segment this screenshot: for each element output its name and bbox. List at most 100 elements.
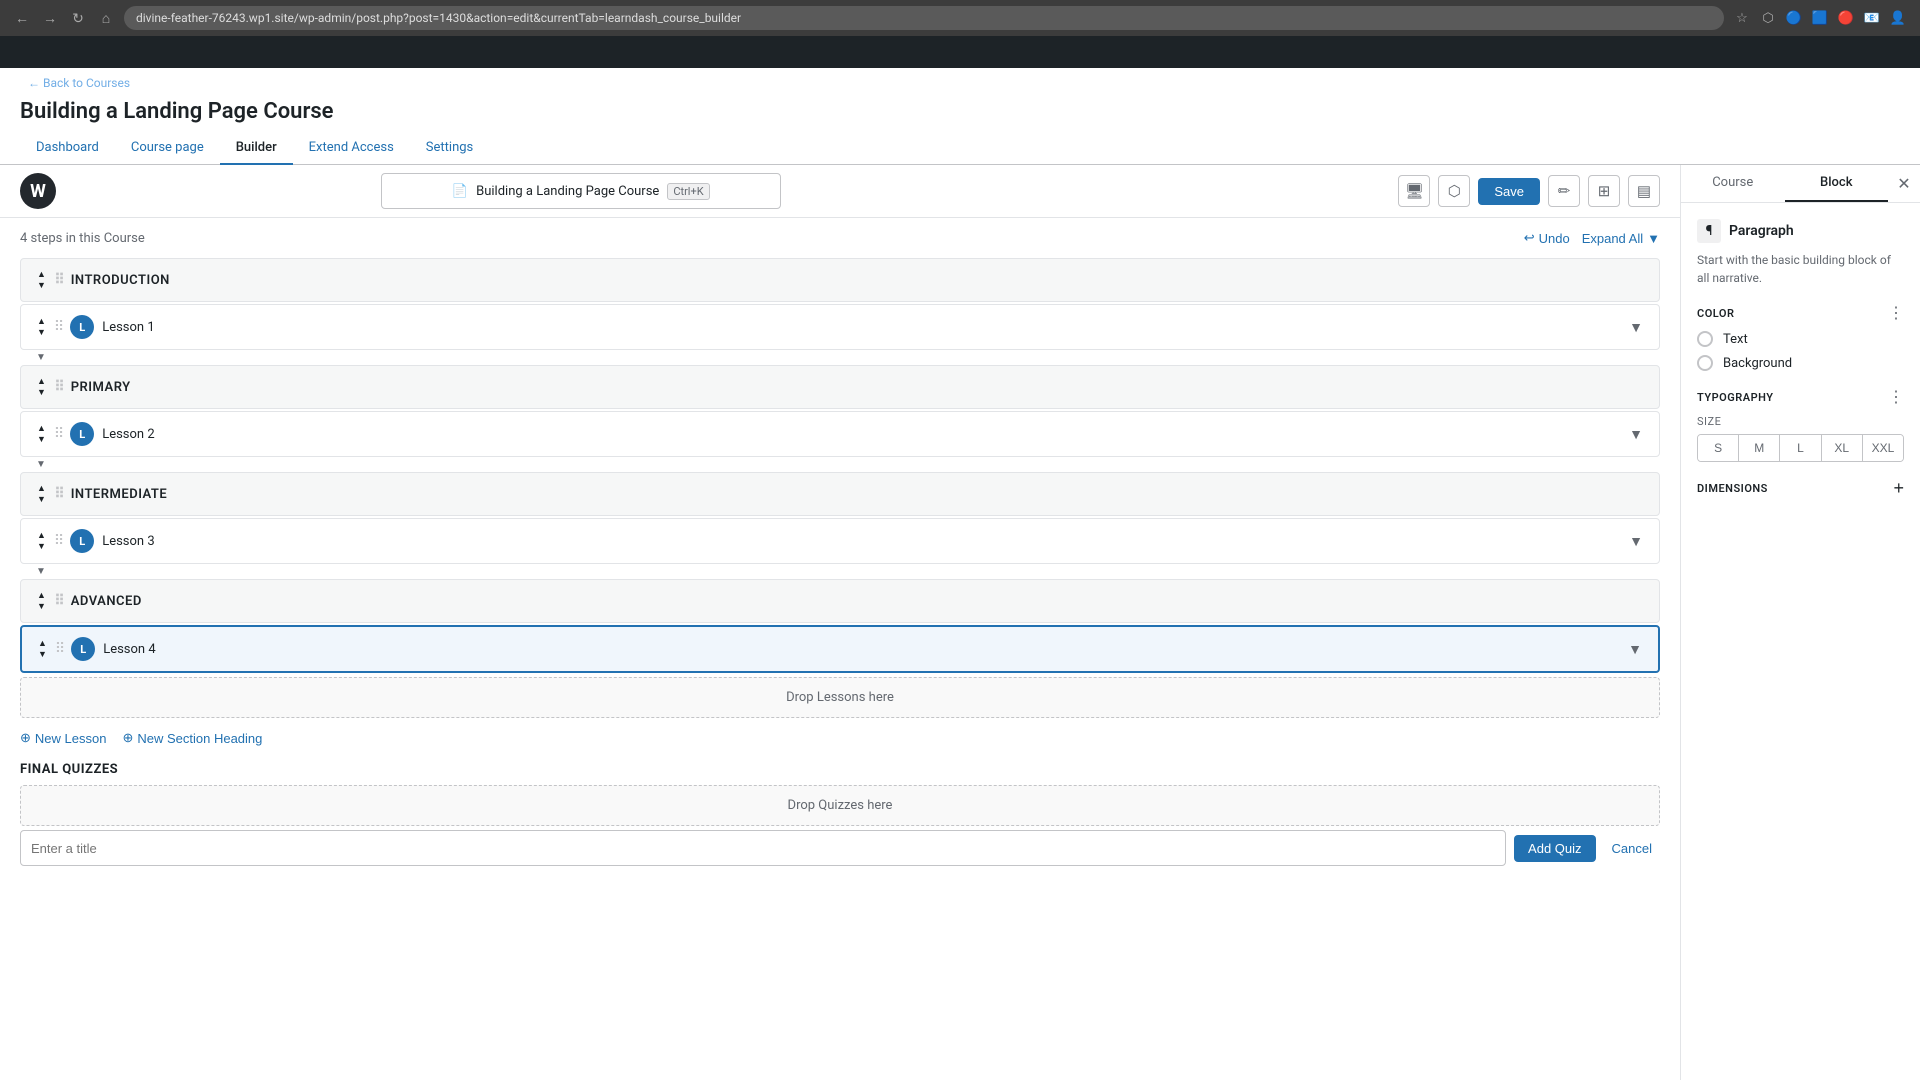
- tab-course-page[interactable]: Course page: [115, 132, 220, 165]
- add-quiz-button[interactable]: Add Quiz: [1514, 835, 1595, 862]
- drag-handle-lesson-4[interactable]: ⠿: [55, 641, 63, 657]
- cancel-quiz-button[interactable]: Cancel: [1604, 835, 1660, 862]
- add-dimensions-btn[interactable]: +: [1893, 478, 1904, 499]
- drag-handle-primary[interactable]: ⠿: [54, 379, 62, 395]
- wp-logo: W: [20, 173, 56, 209]
- section-toggle-primary[interactable]: [37, 376, 46, 398]
- sidebar-close-button[interactable]: ✕: [1888, 168, 1920, 200]
- lesson-toggle-3[interactable]: [37, 530, 46, 552]
- expand-all-button[interactable]: Expand All ▼: [1582, 231, 1660, 246]
- drop-lessons-zone: Drop Lessons here: [20, 677, 1660, 718]
- ext2-icon[interactable]: 🔵: [1784, 8, 1804, 28]
- section-bottom-toggle-primary[interactable]: ▼: [20, 459, 1660, 470]
- color-option-background[interactable]: Background: [1697, 355, 1904, 371]
- tab-builder[interactable]: Builder: [220, 132, 293, 165]
- save-button[interactable]: Save: [1478, 178, 1540, 205]
- drag-handle-lesson-3[interactable]: ⠿: [54, 533, 62, 549]
- section-intermediate: ⠿ INTERMEDIATE ⠿ L Lesson 3 ▼ ▼: [20, 472, 1660, 577]
- tabs-bar: Dashboard Course page Builder Extend Acc…: [0, 132, 1920, 165]
- lesson-toggle-4[interactable]: [38, 638, 47, 660]
- lesson-expand-btn-2[interactable]: ▼: [1629, 426, 1643, 442]
- text-color-swatch[interactable]: [1697, 331, 1713, 347]
- lesson-icon-1: L: [70, 315, 94, 339]
- course-title-icon: 📄: [452, 184, 468, 199]
- add-lesson-button[interactable]: ⊕ New Lesson: [20, 730, 106, 746]
- page-header: ← Back to Courses Building a Landing Pag…: [0, 68, 1920, 132]
- tab-settings[interactable]: Settings: [410, 132, 489, 165]
- tab-dashboard[interactable]: Dashboard: [20, 132, 115, 165]
- profile-icon[interactable]: 👤: [1888, 8, 1908, 28]
- tab-extend-access[interactable]: Extend Access: [293, 132, 410, 165]
- ext1-icon[interactable]: ⬡: [1758, 8, 1778, 28]
- section-bottom-toggle-intermediate[interactable]: ▼: [20, 566, 1660, 577]
- drag-handle-advanced[interactable]: ⠿: [54, 593, 62, 609]
- tab-block[interactable]: Block: [1785, 165, 1889, 202]
- refresh-btn[interactable]: ↻: [68, 8, 88, 28]
- drag-handle-lesson-2[interactable]: ⠿: [54, 426, 62, 442]
- lesson-title-1: Lesson 1: [102, 320, 1621, 335]
- layout-icon-btn[interactable]: ⊞: [1588, 175, 1620, 207]
- section-toggle-introduction[interactable]: [37, 269, 46, 291]
- back-btn[interactable]: ←: [12, 8, 32, 28]
- section-bottom-toggle-intro[interactable]: ▼: [20, 352, 1660, 363]
- section-advanced: ⠿ ADVANCED ⠿ L Lesson 4 ▼: [20, 579, 1660, 673]
- background-color-swatch[interactable]: [1697, 355, 1713, 371]
- tab-course[interactable]: Course: [1681, 165, 1785, 202]
- lesson-expand-btn-1[interactable]: ▼: [1629, 319, 1643, 335]
- forward-btn[interactable]: →: [40, 8, 60, 28]
- ext4-icon[interactable]: 🔴: [1836, 8, 1856, 28]
- drag-handle-introduction[interactable]: ⠿: [54, 272, 62, 288]
- browser-extensions: ☆ ⬡ 🔵 🟦 🔴 📧 👤: [1732, 8, 1908, 28]
- grid-icon-btn[interactable]: ▤: [1628, 175, 1660, 207]
- home-btn[interactable]: ⌂: [96, 8, 116, 28]
- block-name: Paragraph: [1729, 223, 1794, 239]
- typography-section: Typography ⋮ SIZE S M L XL XXL: [1697, 387, 1904, 462]
- drag-handle-intermediate[interactable]: ⠿: [54, 486, 62, 502]
- steps-header: 4 steps in this Course ↩ Undo Expand All…: [20, 218, 1660, 258]
- size-options: S M L XL XXL: [1697, 434, 1904, 462]
- quiz-title-input[interactable]: [20, 830, 1506, 866]
- undo-button[interactable]: ↩ Undo: [1524, 230, 1570, 246]
- block-title-row: ¶ Paragraph: [1697, 219, 1904, 243]
- section-heading-intermediate: ⠿ INTERMEDIATE: [20, 472, 1660, 516]
- external-link-btn[interactable]: ⬡: [1438, 175, 1470, 207]
- lesson-expand-btn-4[interactable]: ▼: [1628, 641, 1642, 657]
- section-introduction: ⠿ INTRODUCTION ⠿ L Lesson 1 ▼ ▼: [20, 258, 1660, 363]
- keyboard-shortcut: Ctrl+K: [667, 183, 709, 200]
- back-to-courses-link[interactable]: ← Back to Courses: [20, 72, 138, 94]
- size-s-btn[interactable]: S: [1698, 435, 1739, 461]
- size-xxl-btn[interactable]: XXL: [1863, 435, 1903, 461]
- builder-main: W 📄 Building a Landing Page Course Ctrl+…: [0, 165, 1680, 1080]
- lesson-title-3: Lesson 3: [102, 534, 1621, 549]
- section-toggle-advanced[interactable]: [37, 590, 46, 612]
- course-title-button[interactable]: 📄 Building a Landing Page Course Ctrl+K: [381, 173, 781, 209]
- size-xl-btn[interactable]: XL: [1822, 435, 1863, 461]
- lesson-item-2: ⠿ L Lesson 2 ▼: [20, 411, 1660, 457]
- size-m-btn[interactable]: M: [1739, 435, 1780, 461]
- star-icon[interactable]: ☆: [1732, 8, 1752, 28]
- add-section-heading-button[interactable]: ⊕ New Section Heading: [122, 730, 262, 746]
- section-toggle-intermediate[interactable]: [37, 483, 46, 505]
- typography-more-btn[interactable]: ⋮: [1888, 387, 1904, 407]
- lesson-expand-btn-3[interactable]: ▼: [1629, 533, 1643, 549]
- lesson-item-1: ⠿ L Lesson 1 ▼: [20, 304, 1660, 350]
- lesson-item-3: ⠿ L Lesson 3 ▼: [20, 518, 1660, 564]
- browser-chrome: ← → ↻ ⌂ divine-feather-76243.wp1.site/wp…: [0, 0, 1920, 36]
- edit-icon-btn[interactable]: ✏: [1548, 175, 1580, 207]
- steps-area: 4 steps in this Course ↩ Undo Expand All…: [0, 218, 1680, 1080]
- drop-quizzes-zone: Drop Quizzes here: [20, 785, 1660, 826]
- dimensions-section: Dimensions +: [1697, 478, 1904, 499]
- ext5-icon[interactable]: 📧: [1862, 8, 1882, 28]
- color-option-text[interactable]: Text: [1697, 331, 1904, 347]
- lesson-toggle-1[interactable]: [37, 316, 46, 338]
- lesson-toggle-2[interactable]: [37, 423, 46, 445]
- desktop-view-btn[interactable]: 🖥: [1398, 175, 1430, 207]
- lesson-icon-3: L: [70, 529, 94, 553]
- color-more-btn[interactable]: ⋮: [1888, 303, 1904, 323]
- chevron-down-icon: ▼: [1647, 231, 1660, 246]
- drag-handle-lesson-1[interactable]: ⠿: [54, 319, 62, 335]
- url-bar[interactable]: divine-feather-76243.wp1.site/wp-admin/p…: [124, 6, 1724, 30]
- ext3-icon[interactable]: 🟦: [1810, 8, 1830, 28]
- size-l-btn[interactable]: L: [1780, 435, 1821, 461]
- quiz-input-row: Add Quiz Cancel: [20, 830, 1660, 866]
